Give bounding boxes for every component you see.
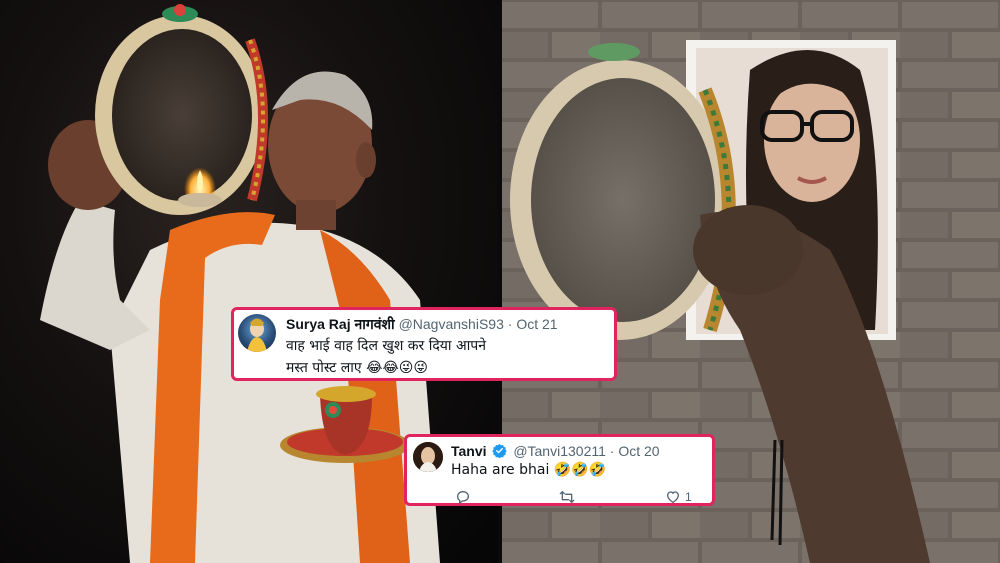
reply-button[interactable]	[455, 489, 471, 505]
tweet-header: Surya Raj नागवंशी @NagvanshiS93 · Oct 21	[286, 315, 558, 333]
avatar[interactable]	[238, 314, 276, 352]
user-handle[interactable]: @NagvanshiS93	[399, 316, 504, 332]
tweet-text-line-1: वाह भाई वाह दिल खुश कर दिया आपने	[286, 338, 487, 354]
display-name[interactable]: Tanvi	[451, 443, 487, 459]
retweet-button[interactable]	[559, 489, 575, 505]
like-icon	[666, 491, 680, 504]
separator-dot: ·	[507, 316, 513, 332]
display-name[interactable]: Surya Raj नागवंशी	[286, 316, 395, 332]
user-handle[interactable]: @Tanvi130211	[513, 443, 606, 459]
tweet-header: Tanvi @Tanvi130211 · Oct 20	[451, 442, 660, 462]
tweet-card[interactable]: Tanvi @Tanvi130211 · Oct 20 Haha are bha…	[404, 434, 715, 506]
tweet-actions: 1	[451, 489, 704, 505]
reply-icon	[456, 490, 470, 505]
like-button[interactable]: 1	[665, 489, 692, 505]
separator-dot: ·	[609, 443, 615, 459]
avatar[interactable]	[413, 442, 443, 472]
retweet-icon	[559, 491, 575, 503]
tweet-text-line-1: Haha are bhai 🤣🤣🤣	[451, 462, 607, 478]
verified-badge-icon	[492, 443, 508, 462]
tweet-date[interactable]: Oct 20	[618, 443, 659, 459]
tweet-date[interactable]: Oct 21	[516, 316, 557, 332]
tweet-text-line-2: मस्त पोस्ट लाए 😂😂😜😜	[286, 360, 428, 376]
meme-collage: Surya Raj नागवंशी @NagvanshiS93 · Oct 21…	[0, 0, 1000, 563]
tweet-card[interactable]: Surya Raj नागवंशी @NagvanshiS93 · Oct 21…	[231, 307, 617, 381]
like-count: 1	[685, 490, 692, 504]
